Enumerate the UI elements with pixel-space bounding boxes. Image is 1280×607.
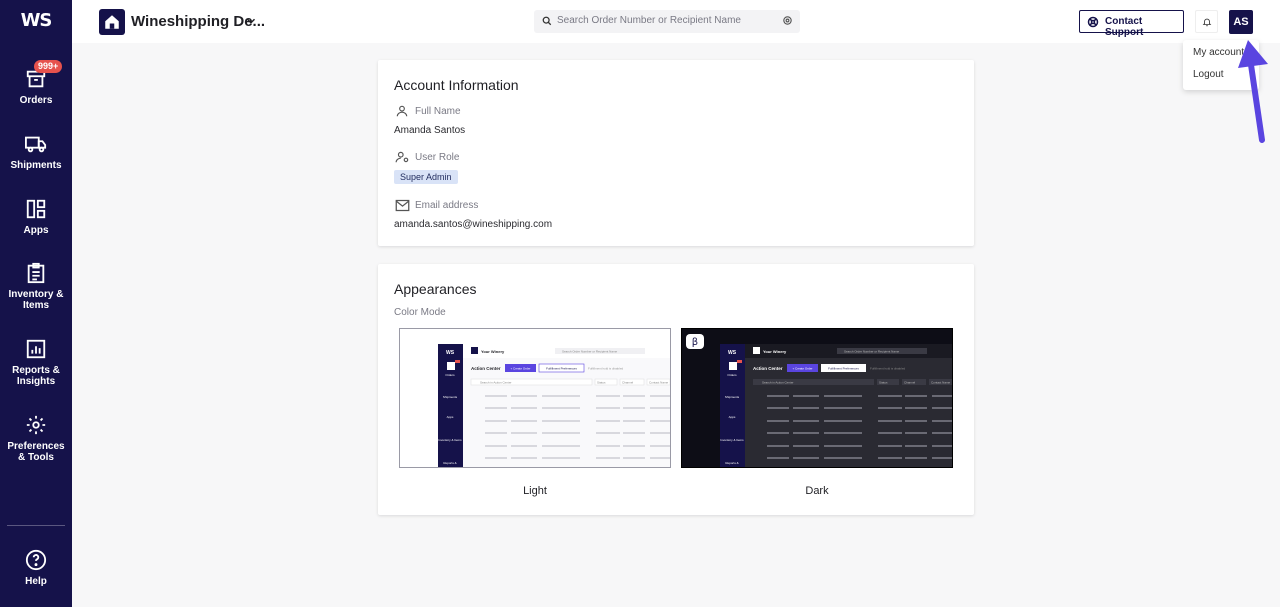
- top-header: Wineshipping De... Search Order Number o…: [72, 0, 1280, 43]
- preview-create-button: + Create Order: [510, 367, 530, 371]
- sidebar: WS 999+ Orders Shipments Apps Inventory …: [0, 0, 72, 607]
- full-name-value: Amanda Santos: [394, 125, 466, 136]
- person-icon: [396, 105, 408, 117]
- dark-mode-preview: β WS Orders Shipments Apps Inventory & I…: [686, 334, 952, 467]
- sidebar-item-label: Help: [25, 576, 47, 587]
- account-information-card: Account Information Full Name Amanda San…: [378, 60, 974, 246]
- preview-nav-inventory: Inventory & Items: [720, 438, 744, 442]
- bell-icon: [1202, 18, 1212, 27]
- preview-filter-search: Search in Action Center: [762, 381, 794, 385]
- truck-icon: [25, 136, 47, 153]
- preview-heading: Action Center: [471, 366, 501, 371]
- preview-create-button: + Create Order: [792, 367, 812, 371]
- sidebar-item-label: Apps: [23, 225, 49, 236]
- clipboard-icon: [27, 262, 45, 284]
- email-label: Email address: [415, 200, 479, 211]
- preview-prefs-button: Fulfillment Preferences: [546, 367, 577, 371]
- color-mode-label: Color Mode: [394, 307, 446, 318]
- preview-nav-orders: Orders: [445, 373, 455, 377]
- preview-filter-channel: Channel: [622, 381, 634, 385]
- preview-hint: Fulfillment hold is disabled: [588, 367, 624, 371]
- preview-filter-status: Status: [597, 381, 606, 385]
- notifications-button[interactable]: [1195, 10, 1218, 33]
- preview-hint: Fulfillment hold is disabled: [870, 367, 906, 371]
- annotation-arrow: [1238, 40, 1268, 143]
- preview-winery: Your Winery: [481, 349, 505, 354]
- preview-heading: Action Center: [753, 366, 783, 371]
- preview-search: Search Order Number or Recipient Name: [844, 350, 900, 354]
- preview-winery: Your Winery: [763, 349, 787, 354]
- user-settings-icon: [395, 151, 409, 163]
- preview-search: Search Order Number or Recipient Name: [562, 350, 618, 354]
- preview-nav-apps: Apps: [729, 415, 736, 419]
- sidebar-item-label: Preferences & Tools: [7, 441, 65, 463]
- search-input[interactable]: Search Order Number or Recipient Name: [534, 10, 800, 33]
- preview-filter-search: Search in Action Center: [480, 381, 512, 385]
- preview-filter-contact: Contact Name: [931, 381, 951, 385]
- dark-mode-option[interactable]: β WS Orders Shipments Apps Inventory & I…: [681, 328, 953, 468]
- sidebar-item-apps[interactable]: Apps: [0, 198, 72, 236]
- beta-badge: β: [692, 337, 698, 348]
- sidebar-item-help[interactable]: Help: [0, 549, 72, 587]
- sidebar-divider: [7, 525, 65, 526]
- sidebar-item-label: Reports & Insights: [12, 365, 60, 387]
- preview-filter-status: Status: [879, 381, 888, 385]
- email-value: amanda.santos@wineshipping.com: [394, 219, 553, 230]
- avatar[interactable]: AS: [1229, 10, 1253, 34]
- help-circle-icon: [25, 549, 47, 571]
- light-mode-label: Light: [523, 485, 547, 497]
- menu-item-logout[interactable]: Logout: [1193, 69, 1224, 80]
- preview-logo: WS: [728, 350, 737, 356]
- preview-prefs-button: Fulfillment Preferences: [828, 367, 859, 371]
- preview-logo: WS: [446, 350, 455, 356]
- preview-filter-channel: Channel: [904, 381, 916, 385]
- preview-nav-apps: Apps: [447, 415, 454, 419]
- bar-chart-icon: [26, 339, 46, 359]
- preview-nav-shipments: Shipments: [725, 395, 740, 399]
- lifebuoy-icon: [1087, 16, 1099, 28]
- search-placeholder: Search Order Number or Recipient Name: [557, 15, 741, 26]
- sidebar-item-reports[interactable]: Reports & Insights: [0, 338, 72, 387]
- preview-nav-inventory: Inventory & Items: [438, 438, 462, 442]
- full-name-label: Full Name: [415, 106, 461, 117]
- orders-badge: 999+: [34, 60, 63, 73]
- chevron-down-icon[interactable]: [244, 14, 258, 28]
- sidebar-item-preferences[interactable]: Preferences & Tools: [0, 414, 72, 463]
- sidebar-item-orders[interactable]: 999+ Orders: [0, 60, 72, 106]
- light-mode-option[interactable]: WS Orders Shipments Apps Inventory & Ite…: [399, 328, 671, 468]
- search-icon: [542, 16, 552, 26]
- preview-filter-contact: Contact Name: [649, 381, 669, 385]
- preview-nav-shipments: Shipments: [443, 395, 458, 399]
- logo[interactable]: WS: [0, 10, 72, 31]
- user-role-label: User Role: [415, 152, 460, 163]
- contact-support-button[interactable]: Contact Support: [1079, 10, 1184, 38]
- dark-mode-label: Dark: [805, 485, 829, 497]
- search-settings-icon[interactable]: [782, 15, 793, 26]
- sidebar-item-inventory[interactable]: Inventory & Items: [0, 262, 72, 311]
- account-card-title: Account Information: [394, 77, 519, 93]
- sidebar-item-shipments[interactable]: Shipments: [0, 133, 72, 171]
- appearances-card-title: Appearances: [394, 281, 477, 297]
- store-home-icon[interactable]: [99, 9, 125, 35]
- gear-icon: [26, 415, 46, 435]
- mail-icon: [395, 199, 410, 212]
- contact-support-label: Contact Support: [1105, 16, 1144, 38]
- preview-nav-reports: Reports &: [725, 461, 738, 465]
- preview-nav-reports: Reports &: [443, 461, 456, 465]
- apps-grid-icon: [26, 199, 46, 219]
- sidebar-item-label: Inventory & Items: [8, 289, 64, 311]
- light-mode-preview: WS Orders Shipments Apps Inventory & Ite…: [438, 344, 671, 467]
- role-badge: Super Admin: [394, 170, 458, 184]
- preview-nav-orders: Orders: [727, 373, 737, 377]
- sidebar-item-label: Shipments: [10, 160, 62, 171]
- sidebar-item-label: Orders: [19, 95, 53, 106]
- appearances-card: Appearances Color Mode WS Orders Shipmen…: [378, 264, 974, 515]
